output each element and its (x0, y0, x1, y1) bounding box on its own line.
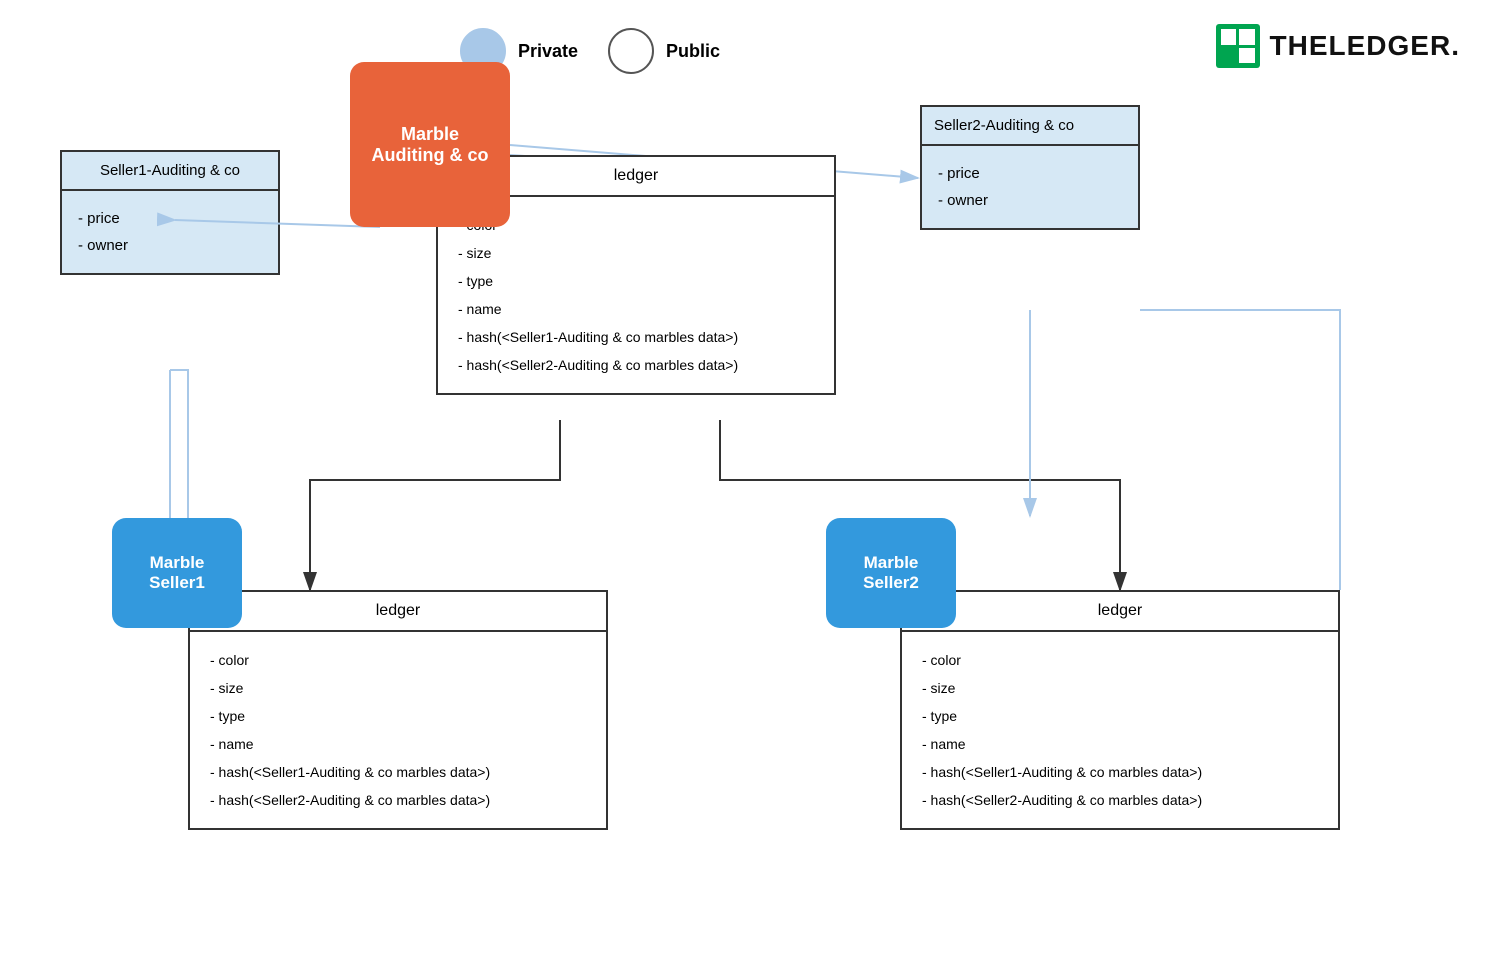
logo-text: THELEDGER. (1270, 30, 1460, 62)
ledger-bl-field-6: - hash(<Seller2-Auditing & co marbles da… (210, 786, 586, 814)
seller2-auditing-header: Seller2-Auditing & co (922, 107, 1138, 146)
ledger-bottom-right-header: ledger (902, 592, 1338, 632)
seller1-auditing-header: Seller1-Auditing & co (62, 152, 278, 191)
logo-icon (1216, 24, 1260, 68)
marble-seller2-label: MarbleSeller2 (863, 553, 919, 593)
logo-cell-1 (1221, 29, 1237, 45)
public-circle-icon (608, 28, 654, 74)
logo: THELEDGER. (1216, 24, 1460, 68)
marble-seller1-label: MarbleSeller1 (149, 553, 205, 593)
seller1-auditing-body: - price - owner (62, 191, 278, 273)
legend-private-label: Private (518, 41, 578, 62)
ledger-top-field-3: - type (458, 267, 814, 295)
seller2-field-2: - owner (938, 187, 1122, 214)
logo-cell-2 (1239, 29, 1255, 45)
ledger-br-field-1: - color (922, 646, 1318, 674)
legend-public-label: Public (666, 41, 720, 62)
ledger-br-field-3: - type (922, 702, 1318, 730)
ledger-bl-field-5: - hash(<Seller1-Auditing & co marbles da… (210, 758, 586, 786)
marble-seller1-node: MarbleSeller1 (112, 518, 242, 628)
ledger-br-field-6: - hash(<Seller2-Auditing & co marbles da… (922, 786, 1318, 814)
ledger-bl-field-1: - color (210, 646, 586, 674)
seller1-field-2: - owner (78, 232, 262, 259)
logo-cell-4 (1239, 48, 1255, 64)
ledger-bottom-right-body: - color - size - type - name - hash(<Sel… (902, 632, 1338, 828)
marble-auditing-node: MarbleAuditing & co (350, 62, 510, 227)
marble-seller2-node: MarbleSeller2 (826, 518, 956, 628)
line-top-ledger-to-bottom-left (310, 420, 560, 590)
ledger-bottom-left-box: ledger - color - size - type - name - ha… (188, 590, 608, 830)
ledger-bl-field-2: - size (210, 674, 586, 702)
ledger-top-field-2: - size (458, 239, 814, 267)
ledger-br-field-5: - hash(<Seller1-Auditing & co marbles da… (922, 758, 1318, 786)
ledger-top-field-5: - hash(<Seller1-Auditing & co marbles da… (458, 323, 814, 351)
ledger-bottom-left-body: - color - size - type - name - hash(<Sel… (190, 632, 606, 828)
ledger-br-field-4: - name (922, 730, 1318, 758)
connections-svg (0, 0, 1500, 978)
seller2-auditing-body: - price - owner (922, 146, 1138, 228)
marble-auditing-label: MarbleAuditing & co (372, 124, 489, 166)
ledger-bl-field-3: - type (210, 702, 586, 730)
legend-public: Public (608, 28, 720, 74)
logo-cell-3 (1221, 48, 1237, 64)
line-bottom-right-to-seller2-auditing (1140, 310, 1340, 590)
seller1-auditing-box: Seller1-Auditing & co - price - owner (60, 150, 280, 275)
ledger-bottom-right-box: ledger - color - size - type - name - ha… (900, 590, 1340, 830)
seller1-field-1: - price (78, 205, 262, 232)
seller2-field-1: - price (938, 160, 1122, 187)
seller2-auditing-box: Seller2-Auditing & co - price - owner (920, 105, 1140, 230)
ledger-top-field-6: - hash(<Seller2-Auditing & co marbles da… (458, 351, 814, 379)
ledger-bl-field-4: - name (210, 730, 586, 758)
ledger-bottom-left-header: ledger (190, 592, 606, 632)
ledger-br-field-2: - size (922, 674, 1318, 702)
ledger-top-field-1: - color (458, 211, 814, 239)
ledger-top-field-4: - name (458, 295, 814, 323)
